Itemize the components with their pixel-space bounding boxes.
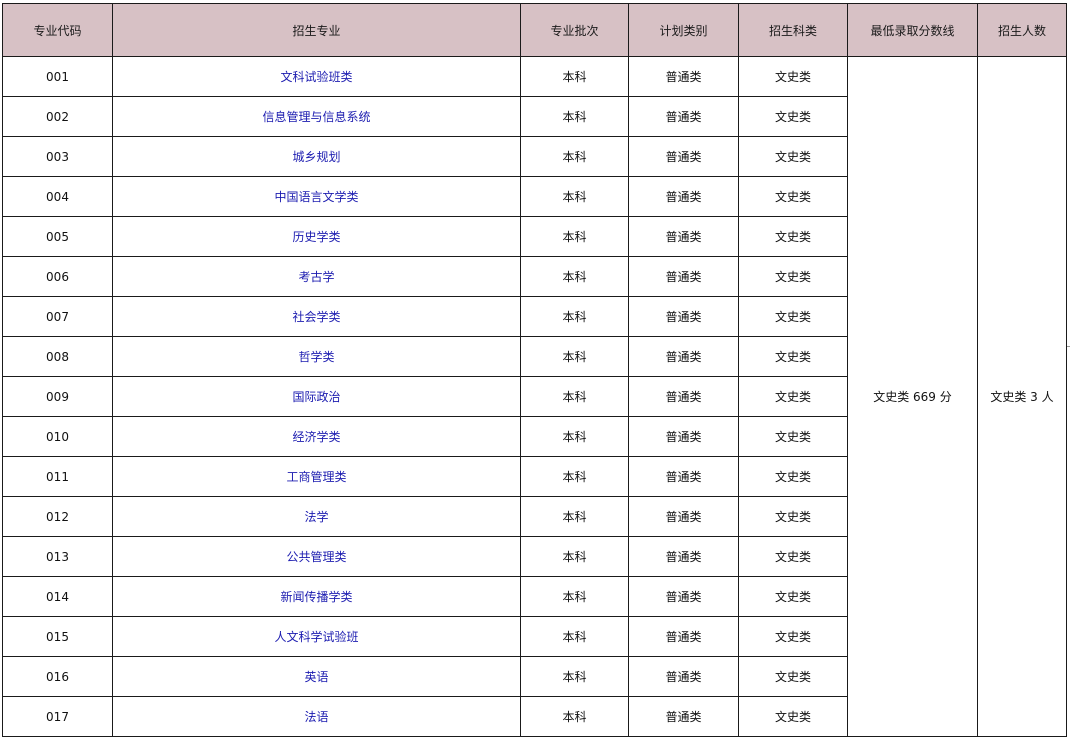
major-cell: 中国语言文学类 [112, 176, 521, 217]
header-enrollment: 招生人数 [977, 3, 1067, 57]
table-row: 001 文科试验班类 本科 普通类 文史类 文史类 669 分文史类 3 人 [2, 56, 1067, 737]
major-cell: 信息管理与信息系统 [112, 96, 521, 137]
major-cell: 英语 [112, 656, 521, 697]
batch-cell: 本科 [520, 296, 629, 337]
table-header: 专业代码 招生专业 专业批次 计划类别 招生科类 最低录取分数线 招生人数 [2, 3, 1067, 57]
code-cell: 004 [2, 176, 113, 217]
major-cell: 法语 [112, 696, 521, 737]
subject-cell: 文史类 [738, 576, 848, 617]
plan-type-cell: 普通类 [628, 616, 739, 657]
table-body: 001 文科试验班类 本科 普通类 文史类 文史类 669 分文史类 3 人 002 信息管理… [2, 56, 1067, 737]
plan-type-cell: 普通类 [628, 256, 739, 297]
subject-cell: 文史类 [738, 176, 848, 217]
plan-type-cell: 普通类 [628, 296, 739, 337]
plan-type-cell: 普通类 [628, 536, 739, 577]
header-row: 专业代码 招生专业 专业批次 计划类别 招生科类 最低录取分数线 招生人数 [2, 3, 1067, 57]
header-batch: 专业批次 [520, 3, 629, 57]
major-cell: 工商管理类 [112, 456, 521, 497]
plan-type-cell: 普通类 [628, 416, 739, 457]
plan-type-cell: 普通类 [628, 96, 739, 137]
batch-cell: 本科 [520, 456, 629, 497]
batch-cell: 本科 [520, 136, 629, 177]
enrollment-cell: 文史类 3 人 [977, 56, 1067, 737]
header-code: 专业代码 [2, 3, 113, 57]
major-cell: 公共管理类 [112, 536, 521, 577]
subject-cell: 文史类 [738, 336, 848, 377]
batch-cell: 本科 [520, 656, 629, 697]
header-min-score: 最低录取分数线 [847, 3, 978, 57]
code-cell: 002 [2, 96, 113, 137]
batch-cell: 本科 [520, 496, 629, 537]
plan-type-cell: 普通类 [628, 496, 739, 537]
code-cell: 012 [2, 496, 113, 537]
subject-cell: 文史类 [738, 216, 848, 257]
major-cell: 考古学 [112, 256, 521, 297]
plan-type-cell: 普通类 [628, 336, 739, 377]
min-score-cell: 文史类 669 分 [847, 56, 978, 737]
plan-type-cell: 普通类 [628, 216, 739, 257]
batch-cell: 本科 [520, 336, 629, 377]
code-cell: 011 [2, 456, 113, 497]
batch-cell: 本科 [520, 56, 629, 97]
plan-type-cell: 普通类 [628, 136, 739, 177]
subject-cell: 文史类 [738, 296, 848, 337]
subject-cell: 文史类 [738, 656, 848, 697]
major-cell: 人文科学试验班 [112, 616, 521, 657]
code-cell: 003 [2, 136, 113, 177]
subject-cell: 文史类 [738, 536, 848, 577]
plan-type-cell: 普通类 [628, 56, 739, 97]
major-cell: 社会学类 [112, 296, 521, 337]
plan-type-cell: 普通类 [628, 696, 739, 737]
code-cell: 005 [2, 216, 113, 257]
admissions-table: 专业代码 招生专业 专业批次 计划类别 招生科类 最低录取分数线 招生人数 00… [2, 3, 1067, 737]
code-cell: 013 [2, 536, 113, 577]
subject-cell: 文史类 [738, 96, 848, 137]
header-major: 招生专业 [112, 3, 521, 57]
major-cell: 文科试验班类 [112, 56, 521, 97]
batch-cell: 本科 [520, 216, 629, 257]
major-cell: 新闻传播学类 [112, 576, 521, 617]
major-cell: 法学 [112, 496, 521, 537]
code-cell: 016 [2, 656, 113, 697]
subject-cell: 文史类 [738, 376, 848, 417]
subject-cell: 文史类 [738, 696, 848, 737]
header-plan-type: 计划类别 [628, 3, 739, 57]
code-cell: 006 [2, 256, 113, 297]
batch-cell: 本科 [520, 416, 629, 457]
major-cell: 哲学类 [112, 336, 521, 377]
code-cell: 007 [2, 296, 113, 337]
plan-type-cell: 普通类 [628, 376, 739, 417]
subject-cell: 文史类 [738, 496, 848, 537]
plan-type-cell: 普通类 [628, 576, 739, 617]
plan-type-cell: 普通类 [628, 656, 739, 697]
major-cell: 城乡规划 [112, 136, 521, 177]
major-cell: 经济学类 [112, 416, 521, 457]
subject-cell: 文史类 [738, 136, 848, 177]
subject-cell: 文史类 [738, 256, 848, 297]
header-subject: 招生科类 [738, 3, 848, 57]
code-cell: 008 [2, 336, 113, 377]
plan-type-cell: 普通类 [628, 176, 739, 217]
code-cell: 017 [2, 696, 113, 737]
batch-cell: 本科 [520, 536, 629, 577]
subject-cell: 文史类 [738, 56, 848, 97]
batch-cell: 本科 [520, 616, 629, 657]
code-cell: 015 [2, 616, 113, 657]
code-cell: 014 [2, 576, 113, 617]
major-cell: 国际政治 [112, 376, 521, 417]
code-cell: 001 [2, 56, 113, 97]
code-cell: 010 [2, 416, 113, 457]
batch-cell: 本科 [520, 696, 629, 737]
batch-cell: 本科 [520, 256, 629, 297]
batch-cell: 本科 [520, 576, 629, 617]
plan-type-cell: 普通类 [628, 456, 739, 497]
code-cell: 009 [2, 376, 113, 417]
major-cell: 历史学类 [112, 216, 521, 257]
subject-cell: 文史类 [738, 456, 848, 497]
subject-cell: 文史类 [738, 616, 848, 657]
batch-cell: 本科 [520, 376, 629, 417]
batch-cell: 本科 [520, 176, 629, 217]
subject-cell: 文史类 [738, 416, 848, 457]
batch-cell: 本科 [520, 96, 629, 137]
